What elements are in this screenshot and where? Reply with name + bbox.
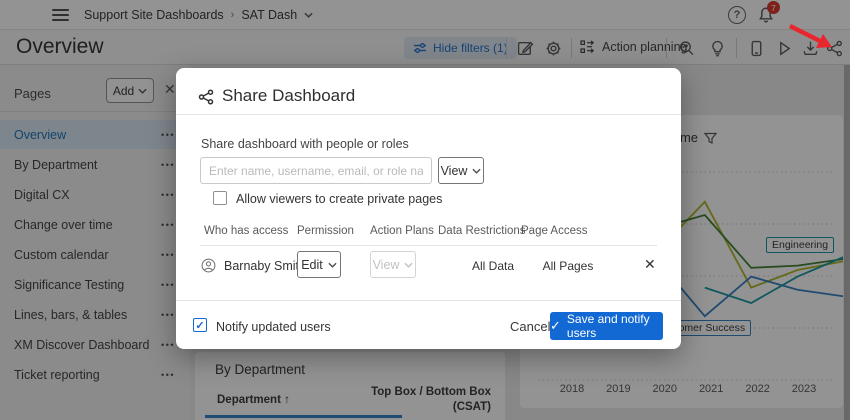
save-and-notify-button[interactable]: ✓ Save and notify users (550, 312, 663, 340)
row-permission-value: Edit (301, 258, 323, 272)
allow-private-pages-label: Allow viewers to create private pages (236, 192, 442, 206)
modal-title: Share Dashboard (222, 86, 355, 106)
permission-select-label: View (441, 164, 468, 178)
user-icon (201, 258, 216, 273)
divider (176, 114, 681, 115)
row-action-plans-dropdown-disabled: View (370, 251, 416, 278)
column-header-action-plans: Action Plans (370, 225, 434, 237)
column-header-permission: Permission (297, 225, 354, 237)
check-icon: ✓ (550, 318, 561, 334)
share-recipient-input[interactable] (200, 157, 432, 184)
remove-user-icon[interactable]: ✕ (644, 256, 656, 273)
share-icon (198, 89, 214, 105)
notify-users-label: Notify updated users (216, 320, 331, 334)
user-name: Barnaby Smith (224, 259, 306, 273)
notify-users-checkbox[interactable]: ✓ (193, 318, 207, 332)
app-window: XM Support Site Dashboards › SAT Dash ? … (0, 0, 850, 420)
share-with-label: Share dashboard with people or roles (201, 137, 409, 151)
cancel-button[interactable]: Cancel (510, 319, 550, 334)
column-header-who-has-access: Who has access (204, 225, 288, 237)
divider (200, 245, 657, 246)
allow-private-pages-checkbox[interactable] (213, 191, 227, 205)
row-page-access[interactable]: All Pages (518, 259, 618, 273)
row-action-plans-value: View (373, 258, 400, 272)
share-dashboard-modal: Share Dashboard Share dashboard with peo… (176, 68, 681, 349)
permission-select-dropdown[interactable]: View (438, 157, 484, 184)
chevron-down-icon (472, 168, 481, 174)
column-header-data-restrictions: Data Restrictions (438, 225, 526, 237)
chevron-down-icon (404, 262, 413, 268)
row-permission-dropdown[interactable]: Edit (297, 251, 341, 278)
column-header-page-access: Page Access (521, 225, 587, 237)
divider (176, 300, 681, 301)
save-button-label: Save and notify users (567, 312, 663, 340)
chevron-down-icon (328, 262, 337, 268)
